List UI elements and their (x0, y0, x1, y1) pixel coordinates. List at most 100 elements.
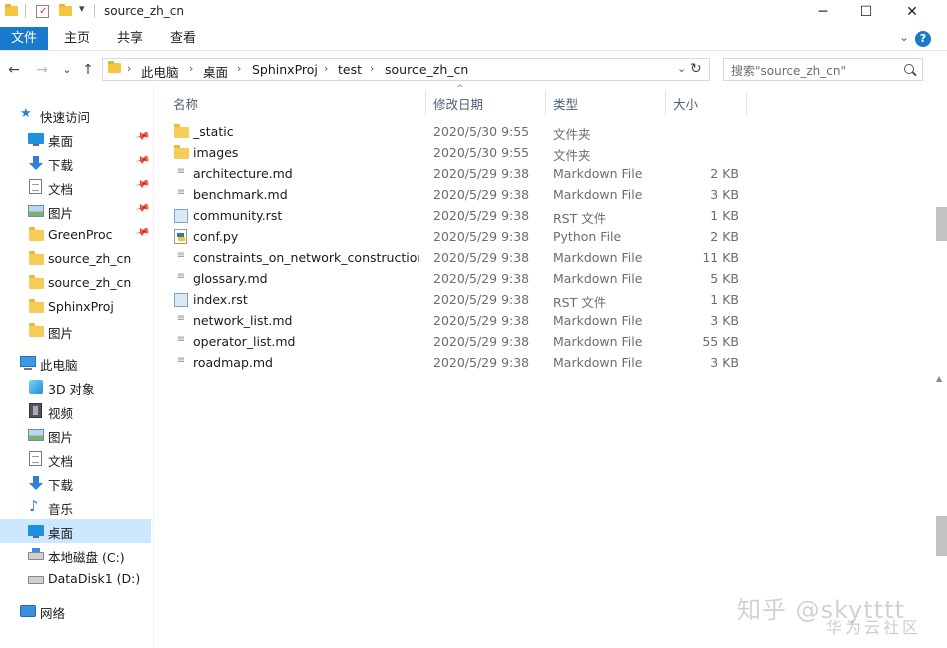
maximize-button[interactable]: ☐ (843, 0, 889, 24)
sidebar-item-downloads[interactable]: 下载 (0, 471, 151, 495)
breadcrumb-desktop[interactable]: 桌面 (203, 62, 228, 81)
column-header-name[interactable]: 名称 (173, 94, 198, 113)
close-button[interactable]: ✕ (889, 0, 935, 24)
tab-home[interactable]: 主页 (52, 27, 102, 50)
customize-toolbar-chevron-icon[interactable]: ▾ (79, 2, 85, 15)
file-date: 2020/5/29 9:38 (433, 250, 530, 265)
file-size: 2 KB (710, 166, 739, 181)
sidebar-item-desktop[interactable]: 桌面 (0, 519, 151, 543)
sidebar-item-datadisk-d[interactable]: DataDisk1 (D:) (0, 567, 151, 591)
scrollbar-thumb[interactable] (936, 516, 947, 556)
sidebar-item-label: 3D 对象 (48, 382, 95, 397)
file-row[interactable]: _static 2020/5/30 9:55 文件夹 (165, 121, 755, 142)
sidebar-this-pc[interactable]: 此电脑 (0, 351, 151, 375)
file-row[interactable]: ≡ glossary.md 2020/5/29 9:38 Markdown File 5… (165, 268, 755, 289)
breadcrumb-separator[interactable]: › (127, 62, 131, 75)
file-size: 1 KB (710, 292, 739, 307)
sidebar-item-videos[interactable]: 视频 (0, 399, 151, 423)
column-resize-handle[interactable] (665, 91, 666, 115)
folder-icon[interactable] (5, 3, 18, 16)
sidebar-quick-access[interactable]: ★ 快速访问 (0, 103, 151, 127)
desktop-icon (28, 525, 44, 538)
file-row[interactable]: images 2020/5/30 9:55 文件夹 (165, 142, 755, 163)
file-row[interactable]: ≡ operator_list.md 2020/5/29 9:38 Markdown … (165, 331, 755, 352)
up-button[interactable]: ↑ (79, 60, 97, 80)
sidebar-item-source-zh-cn[interactable]: source_zh_cn (0, 247, 151, 271)
breadcrumb-separator[interactable]: › (370, 62, 374, 75)
file-date: 2020/5/29 9:38 (433, 208, 530, 223)
sidebar-item-documents[interactable]: 文档 (0, 447, 151, 471)
sidebar-item-pictures[interactable]: 图片 📌 (0, 199, 151, 223)
file-row[interactable]: ≡ network_list.md 2020/5/29 9:38 Markdown F… (165, 310, 755, 331)
refresh-icon[interactable]: ↻ (690, 61, 702, 77)
address-bar[interactable]: › 此电脑 › 桌面 › SphinxProj › test › source_… (102, 58, 710, 81)
file-date: 2020/5/29 9:38 (433, 292, 530, 307)
sidebar-item-label: 下载 (48, 158, 74, 173)
breadcrumb-sphinxproj[interactable]: SphinxProj (252, 62, 318, 77)
column-resize-handle[interactable] (746, 91, 747, 115)
column-resize-handle[interactable] (545, 91, 546, 115)
sort-indicator-icon: ^ (456, 84, 464, 94)
file-name: constraints_on_network_construction.... (193, 250, 419, 265)
folder-icon (174, 124, 189, 138)
tab-file[interactable]: 文件 (0, 27, 48, 50)
sidebar-item-source-zh-cn[interactable]: source_zh_cn (0, 271, 151, 295)
column-header-type[interactable]: 类型 (553, 94, 578, 113)
folder-icon (29, 251, 44, 265)
file-name: benchmark.md (193, 187, 288, 202)
file-row[interactable]: community.rst 2020/5/29 9:38 RST 文件 1 KB (165, 205, 755, 226)
forward-button[interactable]: → (33, 60, 51, 80)
sidebar-item-pictures[interactable]: 图片 (0, 423, 151, 447)
column-header-size[interactable]: 大小 (673, 94, 698, 113)
sidebar-item-label: 网络 (40, 606, 66, 621)
divider (94, 4, 95, 18)
address-dropdown-chevron-icon[interactable]: ⌄ (677, 62, 686, 75)
sidebar-item-sphinxproj[interactable]: SphinxProj (0, 295, 151, 319)
recent-locations-chevron-icon[interactable]: ⌄ (58, 60, 76, 80)
drive-icon (28, 576, 44, 584)
folder-icon (108, 60, 121, 73)
search-icon[interactable] (904, 64, 914, 74)
breadcrumb-separator[interactable]: › (189, 62, 193, 75)
scrollbar-thumb[interactable] (936, 207, 947, 241)
sidebar-network[interactable]: 网络 (0, 599, 151, 623)
divider (25, 4, 26, 18)
tab-share[interactable]: 共享 (105, 27, 155, 50)
search-input[interactable]: 搜索"source_zh_cn" (723, 58, 923, 81)
file-row[interactable]: conf.py 2020/5/29 9:38 Python File 2 KB (165, 226, 755, 247)
properties-icon[interactable]: ✓ (36, 5, 49, 18)
file-size: 1 KB (710, 208, 739, 223)
file-row[interactable]: index.rst 2020/5/29 9:38 RST 文件 1 KB (165, 289, 755, 310)
new-folder-icon[interactable] (59, 3, 72, 16)
breadcrumb-source-zh-cn[interactable]: source_zh_cn (385, 62, 468, 77)
breadcrumb-test[interactable]: test (338, 62, 362, 77)
watermark-text: 华为云社区 (826, 618, 922, 637)
expand-ribbon-chevron-icon[interactable]: ⌄ (899, 30, 909, 44)
breadcrumb-this-pc[interactable]: 此电脑 (141, 62, 179, 81)
sidebar-item-desktop[interactable]: 桌面 📌 (0, 127, 151, 151)
file-size: 5 KB (710, 271, 739, 286)
file-row[interactable]: ≡ roadmap.md 2020/5/29 9:38 Markdown File 3 … (165, 352, 755, 373)
sidebar-item-pictures-folder[interactable]: 图片 (0, 319, 151, 343)
sidebar-item-local-disk-c[interactable]: 本地磁盘 (C:) (0, 543, 151, 567)
sidebar-item-greenproc[interactable]: GreenProc 📌 (0, 223, 151, 247)
file-row[interactable]: ≡ architecture.md 2020/5/29 9:38 Markdown F… (165, 163, 755, 184)
file-row[interactable]: ≡ benchmark.md 2020/5/29 9:38 Markdown File… (165, 184, 755, 205)
sidebar-item-3d-objects[interactable]: 3D 对象 (0, 375, 151, 399)
tab-view[interactable]: 查看 (158, 27, 208, 50)
column-header-date[interactable]: 修改日期 (433, 94, 483, 113)
column-resize-handle[interactable] (425, 91, 426, 115)
video-icon (29, 403, 42, 418)
file-date: 2020/5/29 9:38 (433, 166, 530, 181)
back-button[interactable]: ← (5, 60, 23, 80)
sidebar-item-downloads[interactable]: 下载 📌 (0, 151, 151, 175)
file-name: community.rst (193, 208, 283, 223)
breadcrumb-separator[interactable]: › (237, 62, 241, 75)
sidebar-item-documents[interactable]: 文档 📌 (0, 175, 151, 199)
breadcrumb-separator[interactable]: › (324, 62, 328, 75)
sidebar-item-music[interactable]: ♪ 音乐 (0, 495, 151, 519)
minimize-button[interactable]: ─ (800, 0, 846, 24)
file-row[interactable]: ≡ constraints_on_network_construction....… (165, 247, 755, 268)
help-icon[interactable]: ? (915, 31, 931, 47)
desktop-icon (28, 133, 44, 146)
